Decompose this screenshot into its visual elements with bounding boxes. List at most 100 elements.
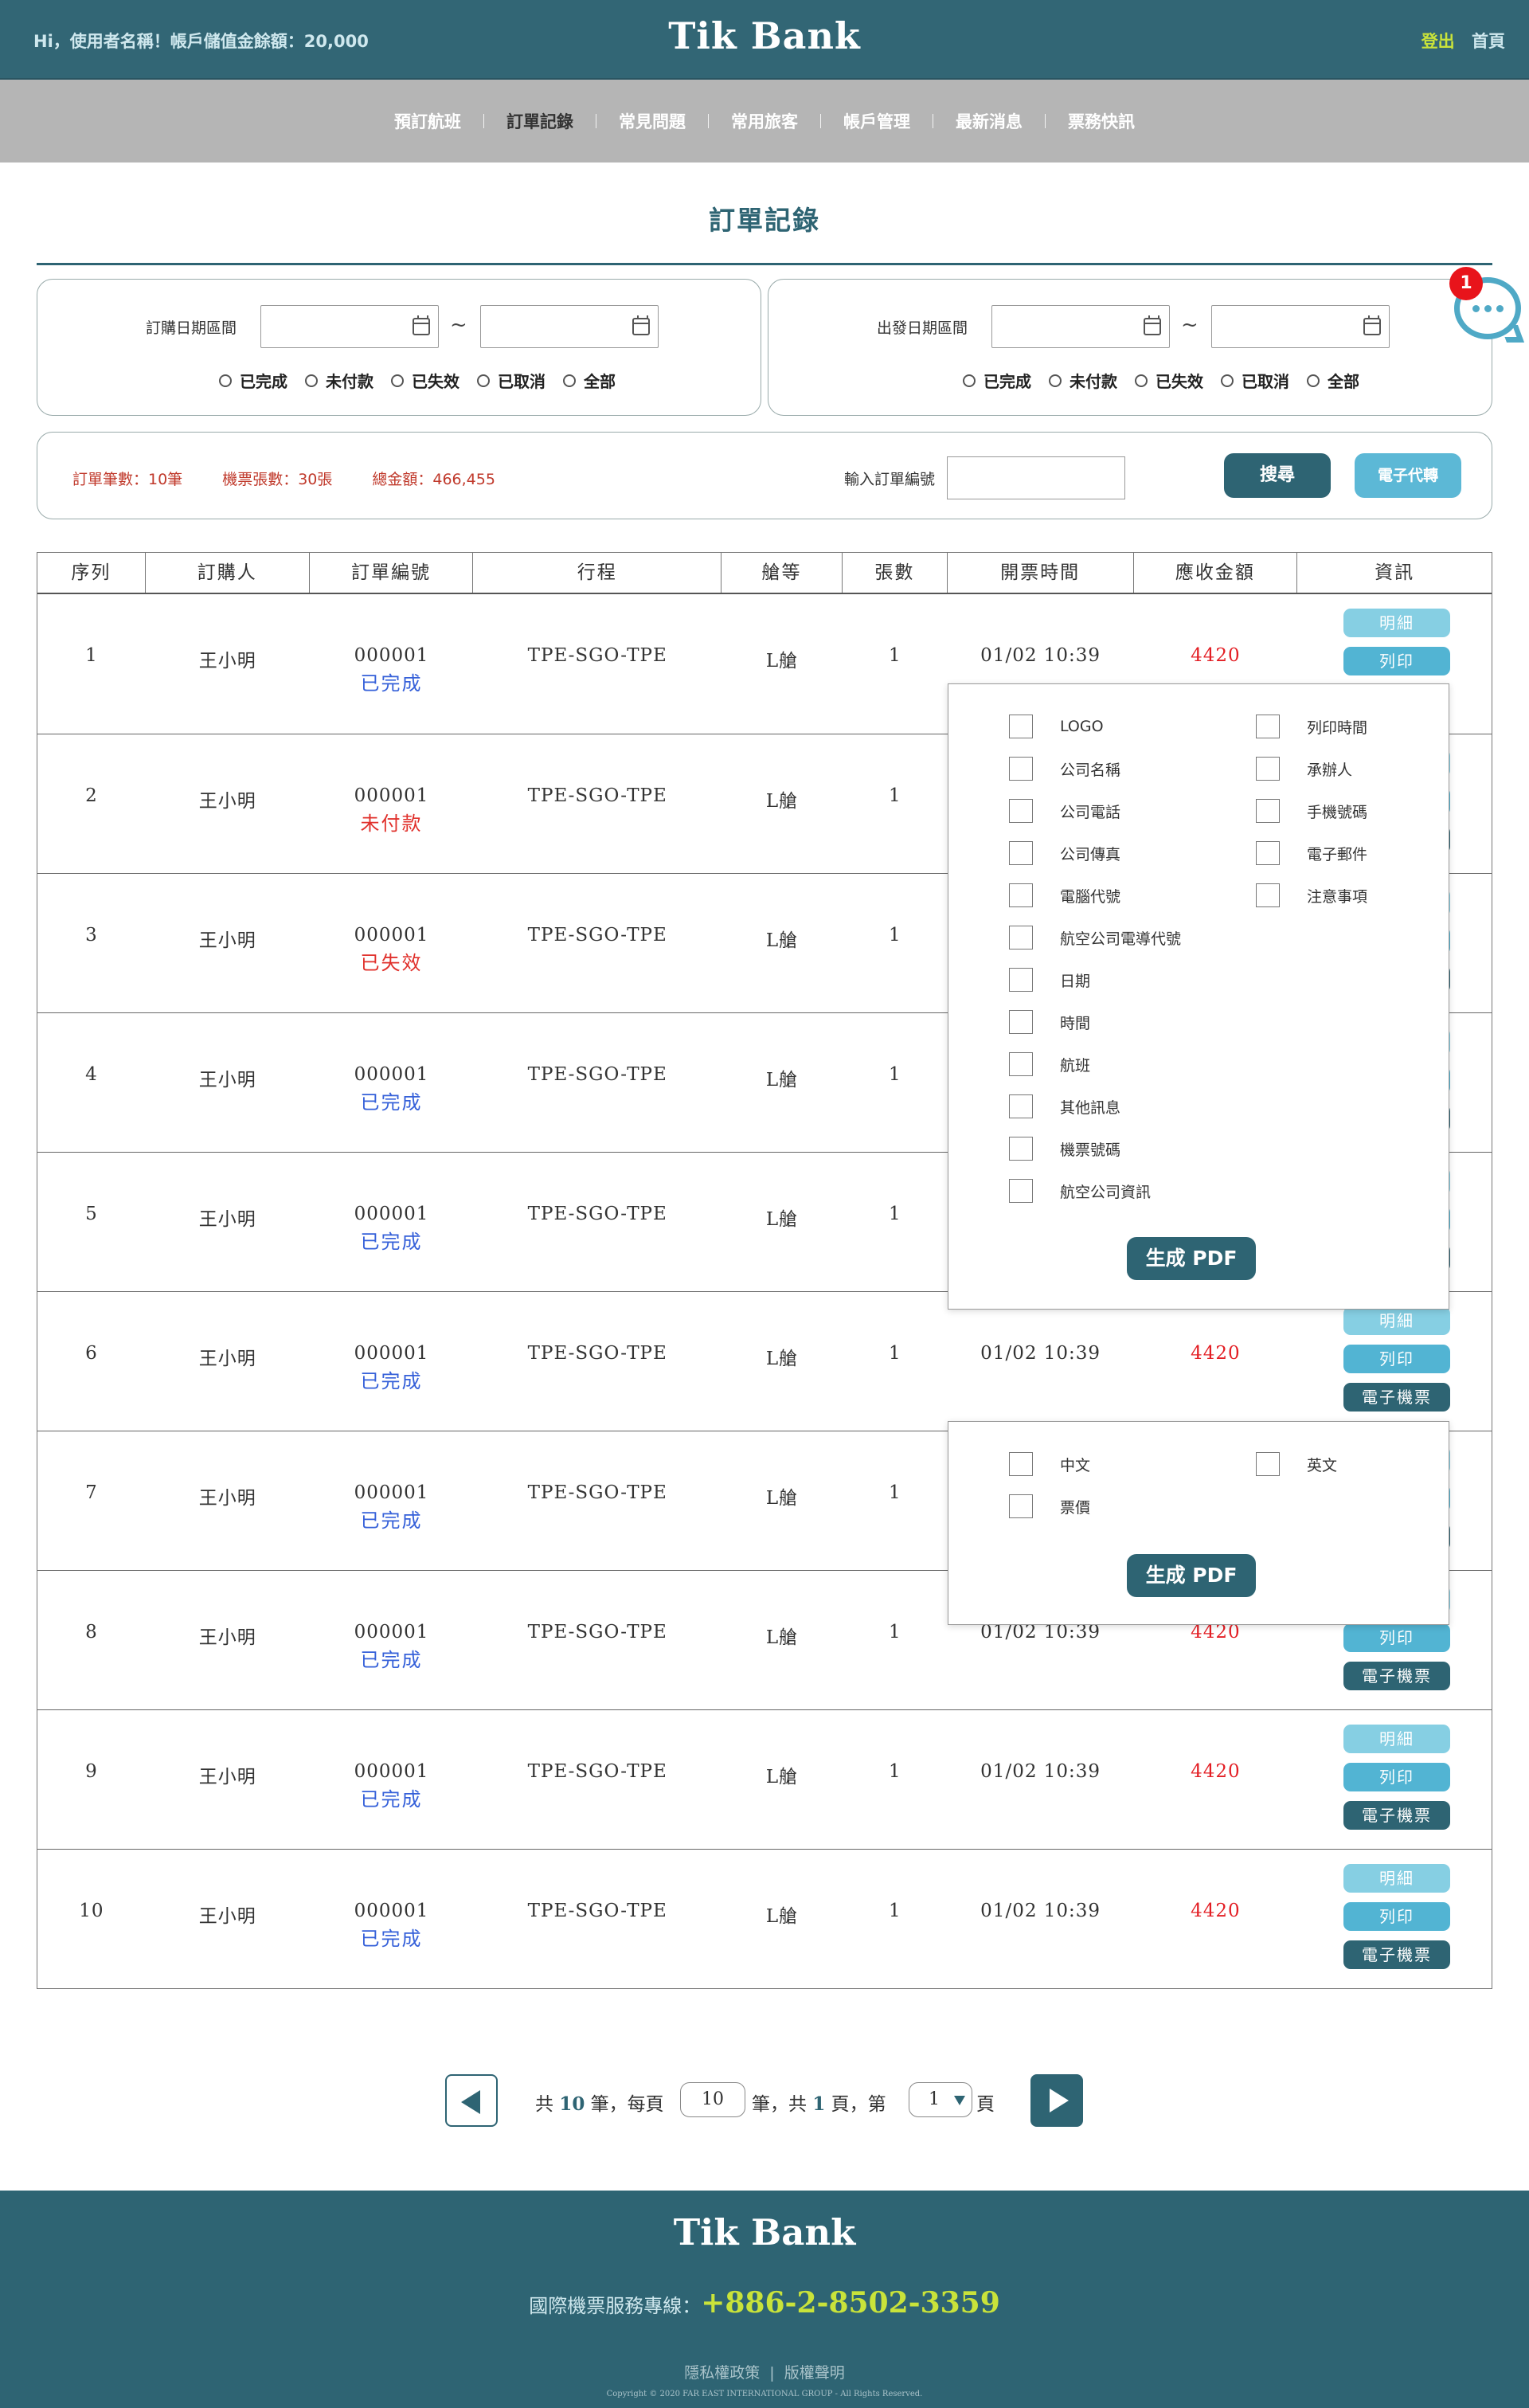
generate-pdf-button[interactable]: 生成 PDF (1127, 1554, 1256, 1597)
home-link[interactable]: 首頁 (1472, 32, 1505, 51)
order-number[interactable]: 000001 (354, 1901, 429, 1921)
radio-cancelled[interactable]: 已取消 (1221, 369, 1289, 392)
print-option-checkbox[interactable]: 公司名稱 (1009, 757, 1120, 781)
checkbox[interactable] (1009, 715, 1033, 738)
print-button[interactable]: 列印 (1343, 1763, 1450, 1791)
calendar-icon[interactable] (1363, 315, 1381, 335)
copyright-link[interactable]: 版權聲明 (784, 2364, 845, 2382)
print-option-checkbox[interactable]: 注意事項 (1256, 883, 1367, 907)
radio-unpaid[interactable]: 未付款 (1049, 369, 1117, 392)
checkbox[interactable] (1256, 841, 1280, 865)
radio-circle[interactable] (1221, 374, 1234, 387)
depart-date-end-input[interactable] (1211, 305, 1390, 348)
print-button[interactable]: 列印 (1343, 1902, 1450, 1931)
checkbox[interactable] (1256, 715, 1280, 738)
e-transfer-button[interactable]: 電子代轉 (1355, 453, 1461, 498)
order-date-end-input[interactable] (480, 305, 659, 348)
order-number[interactable]: 000001 (354, 1343, 429, 1364)
order-number[interactable]: 000001 (354, 1482, 429, 1503)
radio-unpaid[interactable]: 未付款 (305, 369, 373, 392)
radio-completed[interactable]: 已完成 (963, 369, 1031, 392)
print-option-checkbox[interactable]: 承辦人 (1256, 757, 1352, 781)
radio-circle[interactable] (1307, 374, 1320, 387)
chat-button[interactable]: 1 (1449, 267, 1529, 350)
order-number[interactable]: 000001 (354, 925, 429, 946)
print-button[interactable]: 列印 (1343, 1345, 1450, 1373)
eticket-button[interactable]: 電子機票 (1343, 1801, 1450, 1830)
print-button[interactable]: 列印 (1343, 647, 1450, 675)
print-option-checkbox[interactable]: 時間 (1009, 1010, 1090, 1034)
checkbox[interactable] (1009, 799, 1033, 823)
order-no-input[interactable] (947, 456, 1125, 499)
eticket-option-checkbox[interactable]: 票價 (1009, 1494, 1090, 1518)
checkbox[interactable] (1009, 968, 1033, 992)
calendar-icon[interactable] (413, 315, 430, 335)
nav-item-book-flight[interactable]: 預訂航班 (372, 109, 483, 133)
checkbox[interactable] (1009, 757, 1033, 781)
checkbox[interactable] (1009, 1494, 1033, 1518)
per-page-input[interactable]: 10 (680, 2082, 745, 2117)
radio-expired[interactable]: 已失效 (391, 369, 459, 392)
checkbox[interactable] (1009, 1094, 1033, 1118)
order-date-start-input[interactable] (260, 305, 439, 348)
depart-date-start-input[interactable] (991, 305, 1170, 348)
calendar-icon[interactable] (632, 315, 650, 335)
print-option-checkbox[interactable]: 列印時間 (1256, 715, 1367, 738)
checkbox[interactable] (1256, 757, 1280, 781)
checkbox[interactable] (1009, 926, 1033, 949)
print-button[interactable]: 列印 (1343, 1623, 1450, 1652)
radio-all[interactable]: 全部 (1307, 369, 1359, 392)
print-option-checkbox[interactable]: 電子郵件 (1256, 841, 1367, 865)
radio-circle[interactable] (1049, 374, 1062, 387)
detail-button[interactable]: 明細 (1343, 609, 1450, 637)
radio-cancelled[interactable]: 已取消 (477, 369, 546, 392)
radio-all[interactable]: 全部 (563, 369, 616, 392)
print-option-checkbox[interactable]: 公司傳真 (1009, 841, 1120, 865)
checkbox[interactable] (1009, 883, 1033, 907)
eticket-button[interactable]: 電子機票 (1343, 1940, 1450, 1969)
page-select[interactable]: 1 (909, 2082, 972, 2117)
print-option-checkbox[interactable]: 其他訊息 (1009, 1094, 1120, 1118)
print-option-checkbox[interactable]: 手機號碼 (1256, 799, 1367, 823)
logout-link[interactable]: 登出 (1421, 32, 1455, 51)
search-button[interactable]: 搜尋 (1224, 453, 1331, 498)
print-option-checkbox[interactable]: 航空公司資訊 (1009, 1179, 1151, 1203)
next-page-button[interactable] (1030, 2074, 1083, 2127)
nav-item-order-records[interactable]: 訂單記錄 (484, 109, 596, 133)
eticket-button[interactable]: 電子機票 (1343, 1383, 1450, 1412)
checkbox[interactable] (1256, 883, 1280, 907)
nav-item-frequent-travelers[interactable]: 常用旅客 (709, 109, 820, 133)
order-number[interactable]: 000001 (354, 1064, 429, 1085)
hotline-number[interactable]: +886-2-8502-3359 (701, 2286, 1000, 2320)
checkbox[interactable] (1009, 841, 1033, 865)
nav-item-ticket-alerts[interactable]: 票務快訊 (1046, 109, 1157, 133)
radio-circle[interactable] (477, 374, 490, 387)
checkbox[interactable] (1009, 1452, 1033, 1476)
radio-expired[interactable]: 已失效 (1135, 369, 1203, 392)
nav-item-news[interactable]: 最新消息 (933, 109, 1045, 133)
privacy-link[interactable]: 隱私權政策 (684, 2364, 760, 2382)
print-option-checkbox[interactable]: 電腦代號 (1009, 883, 1120, 907)
radio-circle[interactable] (219, 374, 232, 387)
detail-button[interactable]: 明細 (1343, 1725, 1450, 1753)
nav-item-account[interactable]: 帳戶管理 (821, 109, 933, 133)
order-number[interactable]: 000001 (354, 1622, 429, 1643)
detail-button[interactable]: 明細 (1343, 1306, 1450, 1335)
print-option-checkbox[interactable]: LOGO (1009, 715, 1104, 738)
generate-pdf-button[interactable]: 生成 PDF (1127, 1237, 1256, 1280)
order-number[interactable]: 000001 (354, 785, 429, 806)
order-number[interactable]: 000001 (354, 645, 429, 666)
print-option-checkbox[interactable]: 航空公司電導代號 (1009, 926, 1181, 949)
radio-circle[interactable] (1135, 374, 1148, 387)
print-option-checkbox[interactable]: 日期 (1009, 968, 1090, 992)
print-option-checkbox[interactable]: 公司電話 (1009, 799, 1120, 823)
checkbox[interactable] (1009, 1052, 1033, 1076)
prev-page-button[interactable] (445, 2074, 498, 2127)
checkbox[interactable] (1256, 1452, 1280, 1476)
checkbox[interactable] (1009, 1179, 1033, 1203)
nav-item-faq[interactable]: 常見問題 (596, 109, 708, 133)
detail-button[interactable]: 明細 (1343, 1864, 1450, 1893)
calendar-icon[interactable] (1144, 315, 1161, 335)
radio-circle[interactable] (391, 374, 404, 387)
radio-circle[interactable] (305, 374, 318, 387)
